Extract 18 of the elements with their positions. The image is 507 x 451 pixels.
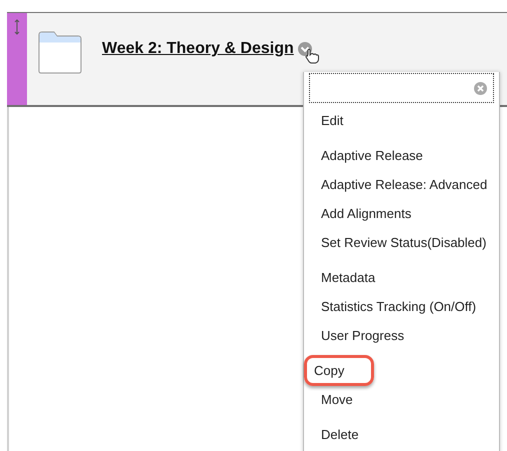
menu-search-field[interactable] — [309, 73, 494, 103]
menu-item[interactable]: Metadata — [309, 268, 388, 288]
menu-item[interactable]: Add Alignments — [309, 204, 424, 224]
menu-item[interactable]: Statistics Tracking (On/Off) — [309, 296, 488, 316]
drag-handle[interactable] — [7, 13, 27, 105]
menu-item[interactable]: User Progress — [309, 326, 416, 346]
chevron-menu-icon[interactable] — [296, 41, 321, 65]
clear-icon[interactable] — [474, 82, 487, 94]
folder-icon — [38, 31, 82, 74]
menu-item[interactable]: Adaptive Release — [309, 146, 435, 166]
menu-item[interactable]: Adaptive Release: Advanced — [309, 174, 500, 194]
item-title-link[interactable]: Week 2: Theory & Design — [102, 37, 294, 57]
menu-item[interactable]: Set Review Status(Disabled) — [309, 232, 498, 252]
menu-item[interactable]: Copy — [304, 354, 374, 386]
menu-item[interactable]: Move — [309, 390, 365, 410]
menu-item[interactable]: Edit — [309, 110, 356, 130]
drag-arrows-icon[interactable] — [14, 19, 20, 35]
menu-item[interactable]: Delete — [309, 424, 371, 444]
